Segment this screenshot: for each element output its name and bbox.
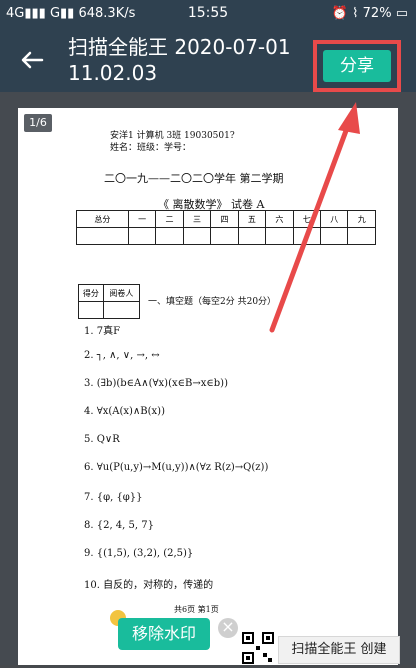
battery-icon: ▭ — [395, 6, 408, 21]
wifi-icon: ⌇ — [352, 6, 359, 21]
close-icon[interactable]: × — [218, 618, 238, 638]
page-footer: 共6页 第1页 — [174, 605, 219, 614]
answer-line: 3. (∃b)(b∈A∧(∀x)(x∈B→x∈b)) — [84, 378, 228, 389]
answer-line: 10. 自反的，对称的，传递的 — [84, 580, 214, 591]
term-line: 二〇一九——二〇二〇学年 第二学期 — [104, 172, 284, 185]
brand-label: 扫描全能王 创建 — [278, 636, 400, 664]
qr-code-icon — [242, 632, 274, 664]
grader-header: 得分 — [78, 284, 104, 302]
grader-header: 阅卷人 — [102, 284, 141, 302]
alarm-icon: ⏰ — [331, 6, 349, 21]
page-indicator: 1/6 — [24, 114, 52, 132]
share-button[interactable]: 分享 — [323, 50, 391, 82]
answer-line: 6. ∀u(P(u,y)→M(u,y))∧(∀z R(z)→Q(z)) — [84, 462, 269, 473]
answer-line: 7. {φ, {φ}} — [84, 492, 143, 503]
status-icons: ⏰ ⌇ 72% ▭ — [332, 6, 408, 21]
answer-line: 5. Q∨R — [84, 434, 120, 445]
answer-line: 4. ∀x(A(x)∧B(x)) — [84, 406, 165, 417]
score-header: 六 — [265, 210, 294, 228]
score-header: 五 — [237, 210, 267, 228]
document-title: 扫描全能王 2020-07-01 11.02.03 — [68, 35, 291, 85]
answer-line: 2. ┐, ∧, ∨, →, ↔ — [84, 350, 160, 361]
score-header: 四 — [210, 210, 239, 228]
answer-line: 1. 7真F — [84, 326, 121, 337]
section-title: 一、填空题（每空2分 共20分） — [148, 297, 277, 307]
share-highlight-box: 分享 — [313, 40, 401, 92]
score-header: 一 — [127, 210, 157, 228]
status-bar: 4G▮▮▮ G▮▮ 648.3K/s 15:55 ⏰ ⌇ 72% ▭ — [0, 0, 416, 28]
score-header: 七 — [292, 210, 322, 228]
score-header: 三 — [182, 210, 212, 228]
answer-line: 8. {2, 4, 5, 7} — [84, 520, 154, 531]
score-header: 九 — [347, 210, 376, 228]
info-line: 姓名：班级：学号： — [110, 143, 192, 153]
grader-table: 得分 阅卷人 — [78, 284, 141, 319]
battery-percent: 72% — [362, 6, 392, 21]
score-header: 二 — [155, 210, 184, 228]
score-header: 总分 — [76, 210, 129, 228]
score-header: 八 — [320, 210, 349, 228]
remove-watermark-button[interactable]: 移除水印 — [118, 618, 210, 650]
back-arrow-icon[interactable] — [18, 46, 46, 74]
document-page[interactable]: 1/6 安洋1 计算机 3班 19030501? 姓名：班级：学号： 二〇一九—… — [18, 108, 398, 665]
answer-line: 9. {(1,5), (3,2), (2,5)} — [84, 548, 194, 559]
score-table: 总分 一 二 三 四 五 六 七 八 九 — [76, 210, 376, 245]
document-viewer[interactable]: 1/6 安洋1 计算机 3班 19030501? 姓名：班级：学号： 二〇一九—… — [0, 92, 416, 665]
